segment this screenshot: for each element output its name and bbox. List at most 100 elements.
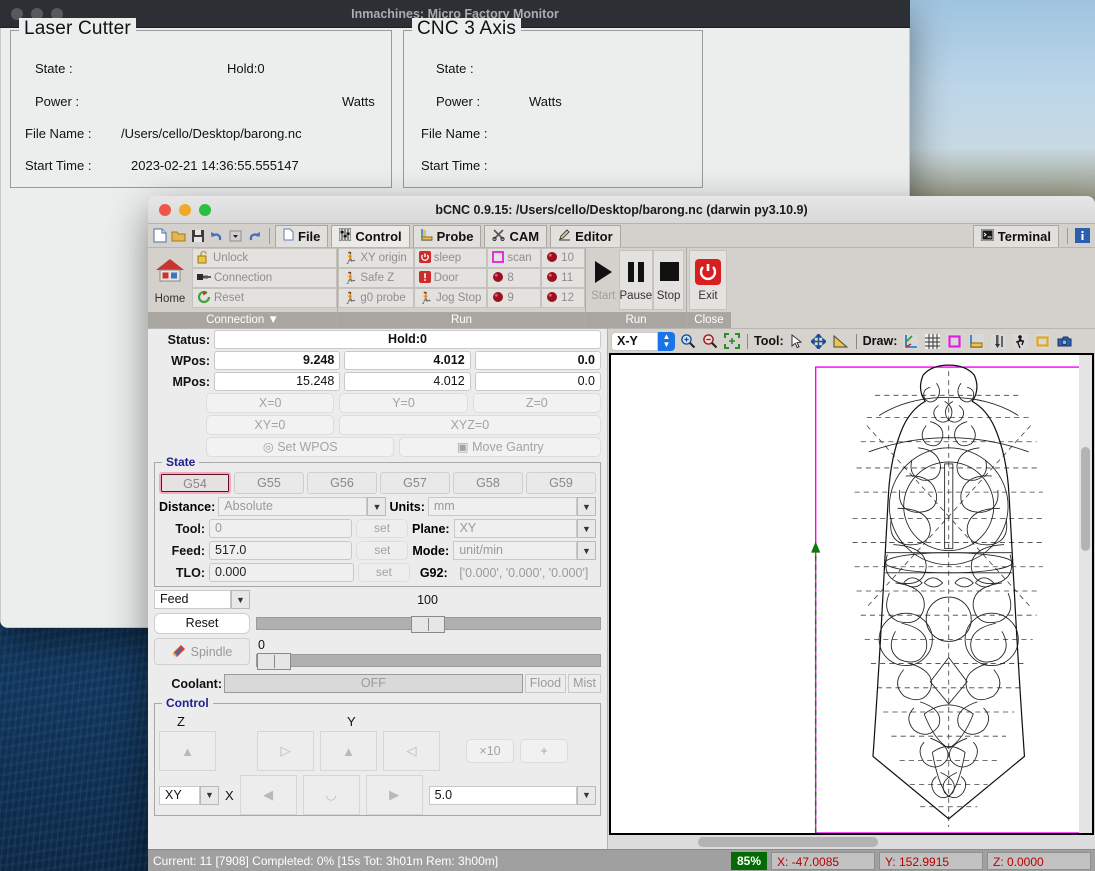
home-button[interactable]: Home [148, 248, 192, 312]
scrollbar-thumb[interactable] [1081, 447, 1090, 551]
undo-icon[interactable] [207, 226, 226, 246]
sleep-button[interactable]: sleep [414, 248, 488, 268]
override-reset-button[interactable]: Reset [154, 613, 250, 634]
scrollbar-thumb[interactable] [698, 837, 878, 847]
step-size-combo[interactable]: 5.0 ▼ [429, 786, 596, 805]
z-zero-button[interactable]: Z=0 [473, 393, 601, 413]
user-button-9[interactable]: 9 [487, 288, 541, 308]
tool-set-button[interactable]: set [356, 519, 408, 538]
wpos-y-field[interactable]: 4.012 [344, 351, 470, 370]
info-icon[interactable] [1073, 226, 1092, 246]
user-button-8[interactable]: 8 [487, 268, 541, 288]
chevron-down-icon[interactable]: ▼ [577, 519, 596, 538]
chevron-down-icon[interactable]: ▼ [577, 497, 596, 516]
chevron-down-icon[interactable]: ▼ [577, 786, 596, 805]
tool-value[interactable]: 0 [209, 519, 352, 538]
x-zero-button[interactable]: X=0 [206, 393, 334, 413]
connection-button[interactable]: Connection [192, 268, 337, 288]
xy-zero-button[interactable]: XY=0 [206, 415, 334, 435]
path-icon[interactable] [1011, 332, 1029, 350]
gcode-g54-button[interactable]: G54 [159, 472, 231, 494]
spindle-slider-handle[interactable] [257, 653, 291, 670]
start-button[interactable]: Start [588, 250, 619, 310]
move-gantry-button[interactable]: ▣ Move Gantry [399, 437, 601, 457]
y-zero-button[interactable]: Y=0 [339, 393, 467, 413]
xy-upleft-jog-button[interactable]: ▷ [257, 731, 314, 771]
tab-probe[interactable]: Probe [413, 225, 482, 247]
new-file-icon[interactable] [150, 226, 169, 246]
chevron-down-icon[interactable]: ▼ [367, 497, 386, 516]
flood-button[interactable]: Flood [525, 674, 566, 693]
close-button[interactable] [159, 204, 171, 216]
tlo-set-button[interactable]: set [358, 563, 410, 582]
camera-icon[interactable] [1055, 332, 1073, 350]
tlo-value[interactable]: 0.000 [209, 563, 354, 582]
workarea-icon[interactable] [1033, 332, 1051, 350]
override-combo[interactable]: Feed ▼ [154, 590, 250, 609]
mode-combo[interactable]: unit/min ▼ [453, 541, 596, 560]
x-minus-jog-button[interactable]: ◀ [240, 775, 297, 815]
xy-upright-jog-button[interactable]: ◁ [383, 731, 440, 771]
chevron-down-icon[interactable]: ▼ [268, 314, 279, 326]
tab-editor[interactable]: Editor [550, 225, 621, 247]
redo-icon[interactable] [245, 226, 264, 246]
bcnc-titlebar[interactable]: bCNC 0.9.15: /Users/cello/Desktop/barong… [148, 196, 1095, 224]
safe-z-button[interactable]: 🏃 Safe Z [338, 268, 414, 288]
g0-probe-button[interactable]: 🏃 g0 probe [338, 288, 414, 308]
chevron-down-icon[interactable]: ▼ [577, 541, 596, 560]
wpos-x-field[interactable]: 9.248 [214, 351, 340, 370]
maximize-button[interactable] [199, 204, 211, 216]
gcode-g59-button[interactable]: G59 [526, 472, 596, 494]
save-disk-icon[interactable] [188, 226, 207, 246]
bcnc-window-controls[interactable] [148, 204, 211, 216]
user-button-10[interactable]: 10 [541, 248, 585, 268]
axes-icon[interactable] [901, 332, 919, 350]
gcode-g56-button[interactable]: G56 [307, 472, 377, 494]
mist-button[interactable]: Mist [568, 674, 601, 693]
wpos-z-field[interactable]: 0.0 [475, 351, 601, 370]
chevron-down-icon[interactable]: ▼ [231, 590, 250, 609]
feed-set-button[interactable]: set [356, 541, 408, 560]
feed-override-slider[interactable] [256, 617, 601, 630]
zoom-in-icon[interactable] [679, 332, 697, 350]
zoom-out-icon[interactable] [701, 332, 719, 350]
y-plus-jog-button[interactable]: ▲ [320, 731, 377, 771]
margin-icon[interactable] [945, 332, 963, 350]
distance-combo[interactable]: Absolute ▼ [218, 497, 386, 516]
scan-button[interactable]: scan [487, 248, 541, 268]
tab-file[interactable]: File [275, 225, 328, 247]
canvas-horizontal-scrollbar[interactable] [608, 835, 1095, 849]
open-folder-icon[interactable] [169, 226, 188, 246]
step-plus-button[interactable]: + [520, 739, 568, 763]
tab-cam[interactable]: CAM [484, 225, 547, 247]
slider-handle[interactable] [411, 616, 445, 633]
xy-select-combo[interactable]: XY ▼ [159, 786, 219, 805]
plane-combo[interactable]: XY ▼ [454, 519, 596, 538]
spindle-button[interactable]: Spindle [154, 638, 250, 665]
z-up-jog-button[interactable]: ▲ [159, 731, 216, 771]
view-stepper-icon[interactable]: ▲▼ [658, 332, 675, 351]
units-combo[interactable]: mm ▼ [428, 497, 596, 516]
minimize-button[interactable] [179, 204, 191, 216]
exit-button[interactable]: Exit [689, 250, 727, 310]
ruler-triangle-icon[interactable] [832, 332, 850, 350]
grid-icon[interactable] [923, 332, 941, 350]
chevron-down-icon[interactable]: ▼ [200, 786, 219, 805]
coolant-toggle[interactable]: OFF [224, 674, 523, 693]
move-icon[interactable] [810, 332, 828, 350]
user-button-11[interactable]: 11 [541, 268, 585, 288]
xyz-zero-button[interactable]: XYZ=0 [339, 415, 601, 435]
bcnc-window[interactable]: bCNC 0.9.15: /Users/cello/Desktop/barong… [148, 196, 1095, 871]
probe-icon[interactable] [989, 332, 1007, 350]
xy-origin-button[interactable]: 🏃 XY origin [338, 248, 414, 268]
unlock-button[interactable]: Unlock [192, 248, 337, 268]
home-xy-jog-button[interactable]: ◡ [303, 775, 360, 815]
fit-to-screen-icon[interactable] [723, 332, 741, 350]
tab-terminal[interactable]: Terminal [973, 225, 1059, 247]
gcode-g58-button[interactable]: G58 [453, 472, 523, 494]
step-multiply-button[interactable]: ×10 [466, 739, 514, 763]
gcode-g55-button[interactable]: G55 [234, 472, 304, 494]
door-button[interactable]: Door [414, 268, 488, 288]
dropdown-icon[interactable] [226, 226, 245, 246]
stop-button[interactable]: Stop [653, 250, 684, 310]
